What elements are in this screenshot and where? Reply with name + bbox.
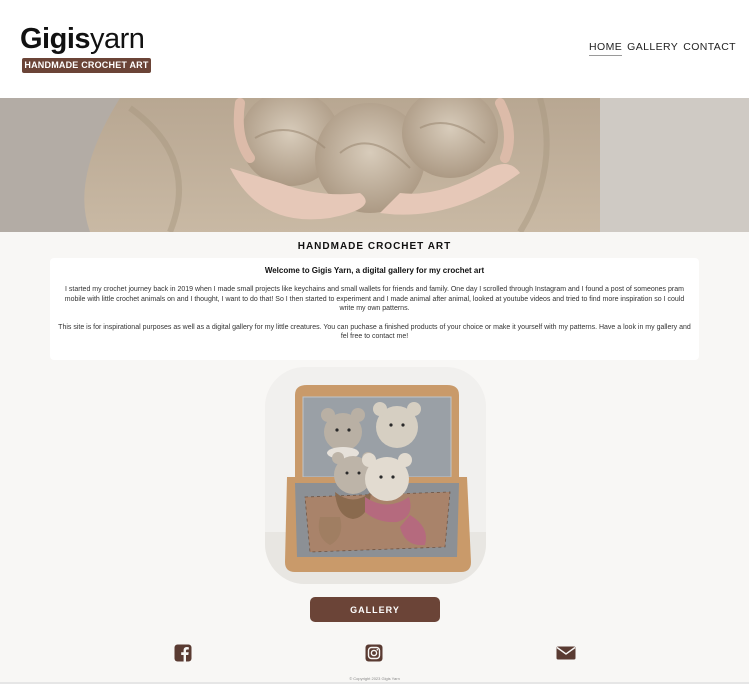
intro-title: Welcome to Gigis Yarn, a digital gallery… — [264, 266, 485, 275]
facebook-icon — [174, 644, 192, 662]
logo-tagline: HANDMADE CROCHET ART — [22, 58, 151, 73]
nav-home-link[interactable]: HOME — [589, 41, 623, 56]
page-heading: HANDMADE CROCHET ART — [297, 241, 452, 252]
intro-card: Welcome to Gigis Yarn, a digital gallery… — [50, 258, 699, 360]
logo[interactable]: Gigisyarn HANDMADE CROCHET ART — [20, 22, 152, 74]
copyright-text: © Copyright 2023 Gigis Yarn — [349, 676, 400, 681]
crochet-bears-illustration — [265, 367, 486, 584]
hero-image — [0, 98, 749, 232]
instagram-link[interactable] — [365, 644, 383, 662]
nav-contact-link[interactable]: CONTACT — [683, 41, 736, 56]
facebook-link[interactable] — [174, 644, 192, 662]
gallery-button[interactable]: GALLERY — [310, 597, 440, 622]
nav-gallery-link[interactable]: GALLERY — [627, 41, 678, 56]
logo-light-text: yarn — [90, 23, 145, 55]
crochet-bears-photo — [265, 367, 486, 584]
main-nav: HOME GALLERY CONTACT — [589, 41, 736, 56]
logo-bold-text: Gigis — [20, 23, 91, 55]
hero-illustration — [0, 98, 749, 232]
site-header: Gigisyarn HANDMADE CROCHET ART HOME GALL… — [0, 0, 749, 98]
instagram-icon — [365, 644, 383, 662]
logo-wordmark: Gigisyarn — [20, 22, 145, 56]
email-link[interactable] — [556, 644, 576, 662]
intro-paragraph: I started my crochet journey back in 201… — [64, 286, 685, 312]
email-icon — [556, 646, 576, 660]
intro-paragraph: This site is for inspirational purposes … — [58, 323, 691, 341]
